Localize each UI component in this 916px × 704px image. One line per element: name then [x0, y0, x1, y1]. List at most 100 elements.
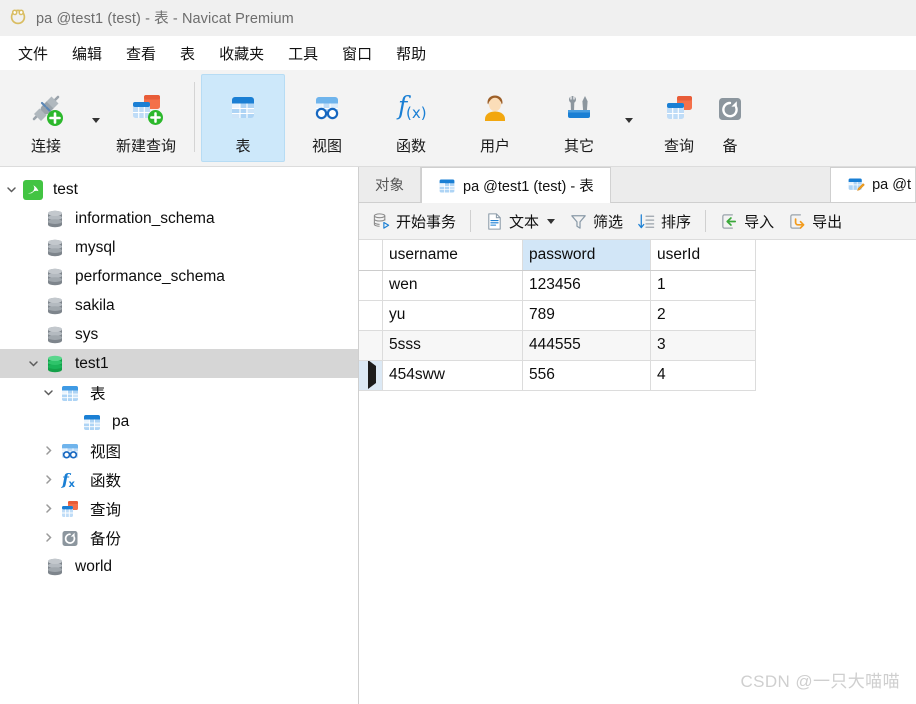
table-row[interactable]: yu 789 2	[359, 300, 756, 330]
tab-objects[interactable]: 对象	[359, 167, 421, 202]
twisty-right-icon[interactable]	[37, 445, 59, 456]
cell-userId[interactable]: 1	[651, 270, 756, 300]
mysql-connection-icon	[22, 179, 44, 201]
cell-username[interactable]: 5sss	[383, 330, 523, 360]
data-grid-container[interactable]: username password userId wen 123456 1 yu	[359, 240, 916, 704]
connection-button[interactable]: 连接	[4, 74, 88, 162]
query-icon	[658, 87, 700, 131]
row-gutter-current[interactable]	[359, 360, 383, 390]
table-row[interactable]: 5sss 444555 3	[359, 330, 756, 360]
tree-item-label: test	[53, 181, 78, 199]
tab-table-design[interactable]: pa @t	[830, 167, 916, 202]
tree-item-mysql[interactable]: mysql	[0, 233, 358, 262]
tree-item-queries-folder[interactable]: 查询	[0, 494, 358, 523]
user-button[interactable]: 用户	[453, 74, 537, 162]
column-header-userId[interactable]: userId	[651, 240, 756, 270]
other-dropdown-caret[interactable]	[621, 74, 637, 166]
new-query-button[interactable]: 新建查询	[104, 74, 188, 162]
cell-password[interactable]: 444555	[523, 330, 651, 360]
chevron-down-icon	[625, 118, 633, 123]
tree-item-test[interactable]: test	[0, 175, 358, 204]
menu-window[interactable]: 窗口	[330, 40, 384, 67]
query-icon	[59, 498, 81, 520]
export-button[interactable]: 导出	[781, 207, 849, 235]
begin-transaction-icon	[372, 212, 391, 231]
menu-tools[interactable]: 工具	[276, 40, 330, 67]
table-label: 表	[235, 135, 250, 156]
twisty-down-icon[interactable]	[37, 387, 59, 398]
window-title: pa @test1 (test) - 表 - Navicat Premium	[36, 7, 294, 28]
twisty-right-icon[interactable]	[37, 474, 59, 485]
backup-button[interactable]: 备	[721, 74, 761, 162]
column-header-username[interactable]: username	[383, 240, 523, 270]
other-label: 其它	[564, 135, 594, 156]
row-gutter[interactable]	[359, 300, 383, 330]
tab-bar: 对象 pa @test1 (test) - 表	[359, 167, 916, 203]
cell-userId[interactable]: 3	[651, 330, 756, 360]
main-toolbar: 连接 新建查询	[0, 70, 916, 167]
twisty-down-icon[interactable]	[22, 358, 44, 369]
grid-gutter-header	[359, 240, 383, 270]
filter-funnel-icon	[569, 212, 588, 231]
row-gutter[interactable]	[359, 330, 383, 360]
text-document-icon	[485, 212, 504, 231]
menu-file[interactable]: 文件	[6, 40, 60, 67]
cell-password[interactable]: 556	[523, 360, 651, 390]
table-button[interactable]: 表	[201, 74, 285, 162]
tree-item-table-pa[interactable]: pa	[0, 407, 358, 436]
tree-item-test1[interactable]: test1	[0, 349, 358, 378]
menu-help[interactable]: 帮助	[384, 40, 438, 67]
cell-username[interactable]: wen	[383, 270, 523, 300]
filter-button[interactable]: 筛选	[562, 207, 630, 235]
cell-username[interactable]: yu	[383, 300, 523, 330]
tree-item-label: information_schema	[75, 210, 215, 228]
menu-table[interactable]: 表	[168, 40, 207, 67]
tree-item-world[interactable]: world	[0, 552, 358, 581]
tree-item-label: test1	[75, 355, 109, 373]
export-arrow-icon	[788, 212, 807, 231]
view-button[interactable]: 视图	[285, 74, 369, 162]
cell-password[interactable]: 123456	[523, 270, 651, 300]
user-label: 用户	[480, 135, 510, 156]
tree-item-backups-folder[interactable]: 备份	[0, 523, 358, 552]
tree-item-views-folder[interactable]: 视图	[0, 436, 358, 465]
cell-userId[interactable]: 2	[651, 300, 756, 330]
menu-view[interactable]: 查看	[114, 40, 168, 67]
row-gutter[interactable]	[359, 270, 383, 300]
database-icon	[44, 556, 66, 578]
import-button[interactable]: 导入	[713, 207, 781, 235]
column-header-password[interactable]: password	[523, 240, 651, 270]
function-button[interactable]: f (x) 函数	[369, 74, 453, 162]
tree-item-information_schema[interactable]: information_schema	[0, 204, 358, 233]
cell-password[interactable]: 789	[523, 300, 651, 330]
cell-username[interactable]: 454sww	[383, 360, 523, 390]
connection-dropdown-caret[interactable]	[88, 74, 104, 166]
tab-label: pa @test1 (test) - 表	[463, 175, 594, 196]
chevron-down-icon[interactable]	[547, 219, 555, 224]
table-icon	[59, 382, 81, 404]
other-button[interactable]: 其它	[537, 74, 621, 162]
data-grid[interactable]: username password userId wen 123456 1 yu	[359, 240, 756, 391]
backup-icon	[59, 527, 81, 549]
twisty-right-icon[interactable]	[37, 532, 59, 543]
twisty-right-icon[interactable]	[37, 503, 59, 514]
begin-transaction-button[interactable]: 开始事务	[365, 207, 463, 235]
tree-item-sakila[interactable]: sakila	[0, 291, 358, 320]
text-button[interactable]: 文本	[478, 207, 562, 235]
table-row[interactable]: wen 123456 1	[359, 270, 756, 300]
sort-button[interactable]: 排序	[630, 207, 698, 235]
backup-label: 备	[722, 135, 737, 156]
tab-table-data[interactable]: pa @test1 (test) - 表	[421, 167, 611, 203]
twisty-down-icon[interactable]	[0, 184, 22, 195]
table-row[interactable]: 454sww 556 4	[359, 360, 756, 390]
tree-item-functions-folder[interactable]: f x 函数	[0, 465, 358, 494]
text-label: 文本	[509, 211, 539, 232]
right-pane: 对象 pa @test1 (test) - 表	[359, 167, 916, 704]
menu-favorites[interactable]: 收藏夹	[207, 40, 276, 67]
tree-item-performance_schema[interactable]: performance_schema	[0, 262, 358, 291]
menu-edit[interactable]: 编辑	[60, 40, 114, 67]
navigation-sidebar[interactable]: test information_schema	[0, 167, 359, 704]
cell-userId[interactable]: 4	[651, 360, 756, 390]
tree-item-tables-folder[interactable]: 表	[0, 378, 358, 407]
tree-item-sys[interactable]: sys	[0, 320, 358, 349]
